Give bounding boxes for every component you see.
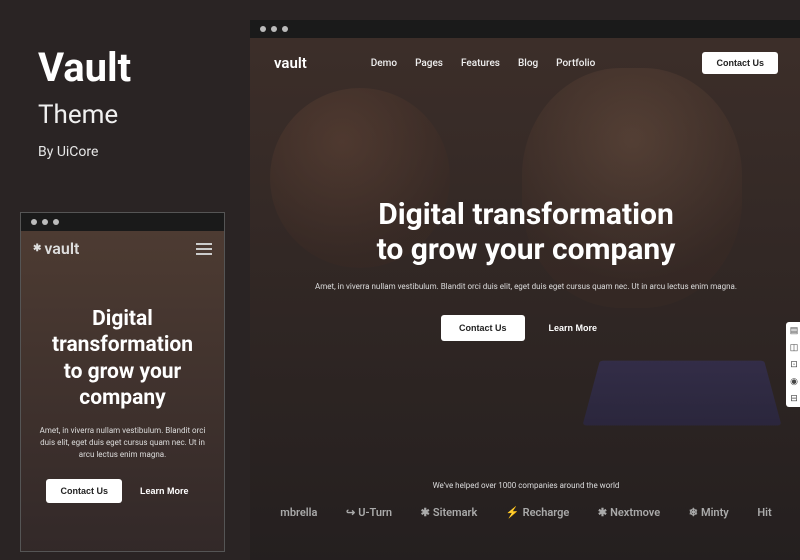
logo-strip: mbrella ↪ U-Turn ✱ Sitemark ⚡ Recharge ✱… (250, 490, 800, 519)
hamburger-icon[interactable] (196, 243, 212, 255)
partner-logo: ✱ Nextmove (598, 506, 660, 519)
side-tool-icon[interactable]: ◫ (786, 339, 800, 356)
nav-pages[interactable]: Pages (415, 58, 443, 69)
theme-title: Vault (38, 48, 131, 88)
contact-us-button[interactable]: Contact Us (46, 479, 122, 503)
headline-line1: Digital transformation (52, 307, 193, 357)
headline-line2: to grow your company (377, 232, 676, 267)
traffic-dot (31, 219, 37, 225)
desktop-buttons: Contact Us Learn More (300, 315, 752, 341)
traffic-dot (260, 26, 266, 32)
partner-logo: ✱ Sitemark (421, 506, 478, 519)
theme-info-panel: Vault Theme By UiCore (38, 48, 131, 160)
side-tool-icon[interactable]: ◉ (786, 373, 800, 390)
partner-logo: ↪ U-Turn (346, 506, 392, 519)
headline-line1: Digital transformation (378, 197, 674, 232)
mobile-hero: Digital transformation to grow your comp… (21, 266, 224, 503)
learn-more-button[interactable]: Learn More (130, 479, 199, 503)
learn-more-button[interactable]: Learn More (535, 315, 612, 341)
side-tool-icon[interactable]: ⊟ (786, 390, 800, 407)
side-tool-icon[interactable]: ⊡ (786, 356, 800, 373)
desktop-preview: vault Demo Pages Features Blog Portfolio… (250, 20, 800, 560)
side-tool-icon[interactable]: ▤ (786, 322, 800, 339)
main-nav: Demo Pages Features Blog Portfolio (371, 58, 595, 69)
mobile-browser-bar (21, 213, 224, 231)
traffic-dot (53, 219, 59, 225)
nav-portfolio[interactable]: Portfolio (556, 58, 595, 69)
partner-logo: ⚡ Recharge (506, 506, 569, 519)
desktop-content: vault Demo Pages Features Blog Portfolio… (250, 38, 800, 560)
desktop-headline: Digital transformation to grow your comp… (300, 198, 752, 267)
traffic-dot (42, 219, 48, 225)
mobile-preview: vault Digital transformation to grow you… (20, 212, 225, 552)
partner-logo: Hit (757, 506, 771, 519)
header-contact-button[interactable]: Contact Us (702, 52, 778, 74)
side-toolbar: ▤ ◫ ⊡ ◉ ⊟ (786, 322, 800, 407)
partner-logo: ❄ Minty (689, 506, 729, 519)
desktop-browser-bar (250, 20, 800, 38)
traffic-dot (282, 26, 288, 32)
nav-demo[interactable]: Demo (371, 58, 397, 69)
traffic-dot (271, 26, 277, 32)
partner-logo: mbrella (280, 506, 317, 519)
desktop-subtext: Amet, in viverra nullam vestibulum. Blan… (300, 281, 752, 293)
mobile-headline: Digital transformation to grow your comp… (33, 306, 212, 411)
headline-line2: to grow your company (64, 360, 182, 410)
nav-blog[interactable]: Blog (518, 58, 538, 69)
mobile-header: vault (21, 231, 224, 266)
desktop-header: vault Demo Pages Features Blog Portfolio… (250, 38, 800, 88)
mobile-content: vault Digital transformation to grow you… (21, 231, 224, 551)
mobile-logo: vault (33, 239, 79, 258)
social-proof-text: We've helped over 1000 companies around … (250, 481, 800, 490)
theme-byline: By UiCore (38, 144, 131, 160)
mobile-subtext: Amet, in viverra nullam vestibulum. Blan… (33, 425, 212, 461)
mobile-buttons: Contact Us Learn More (33, 479, 212, 503)
desktop-hero: Digital transformation to grow your comp… (250, 88, 800, 341)
nav-features[interactable]: Features (461, 58, 500, 69)
site-logo[interactable]: vault (274, 54, 307, 72)
theme-subtitle: Theme (38, 100, 131, 130)
contact-us-button[interactable]: Contact Us (441, 315, 525, 341)
